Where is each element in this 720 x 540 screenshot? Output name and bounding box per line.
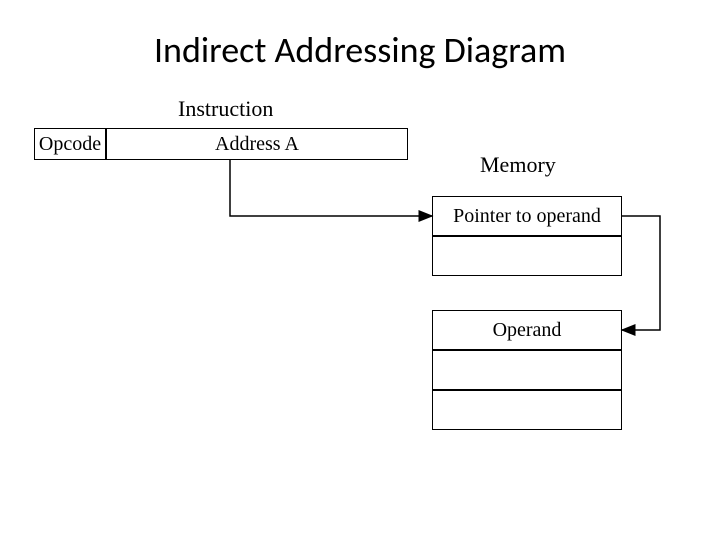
memory-row-operand: Operand — [432, 310, 622, 350]
pointer-to-operand-text: Pointer to operand — [453, 205, 601, 228]
address-a-text: Address A — [215, 133, 299, 156]
memory-label: Memory — [480, 152, 556, 178]
memory-row-empty-3 — [432, 390, 622, 430]
memory-row-pointer: Pointer to operand — [432, 196, 622, 236]
opcode-field: Opcode — [34, 128, 106, 160]
instruction-label: Instruction — [178, 96, 273, 122]
diagram-title: Indirect Addressing Diagram — [0, 28, 720, 72]
address-a-field: Address A — [106, 128, 408, 160]
memory-row-empty-1 — [432, 236, 622, 276]
memory-row-empty-2 — [432, 350, 622, 390]
operand-text: Operand — [493, 319, 562, 342]
opcode-text: Opcode — [39, 133, 101, 156]
